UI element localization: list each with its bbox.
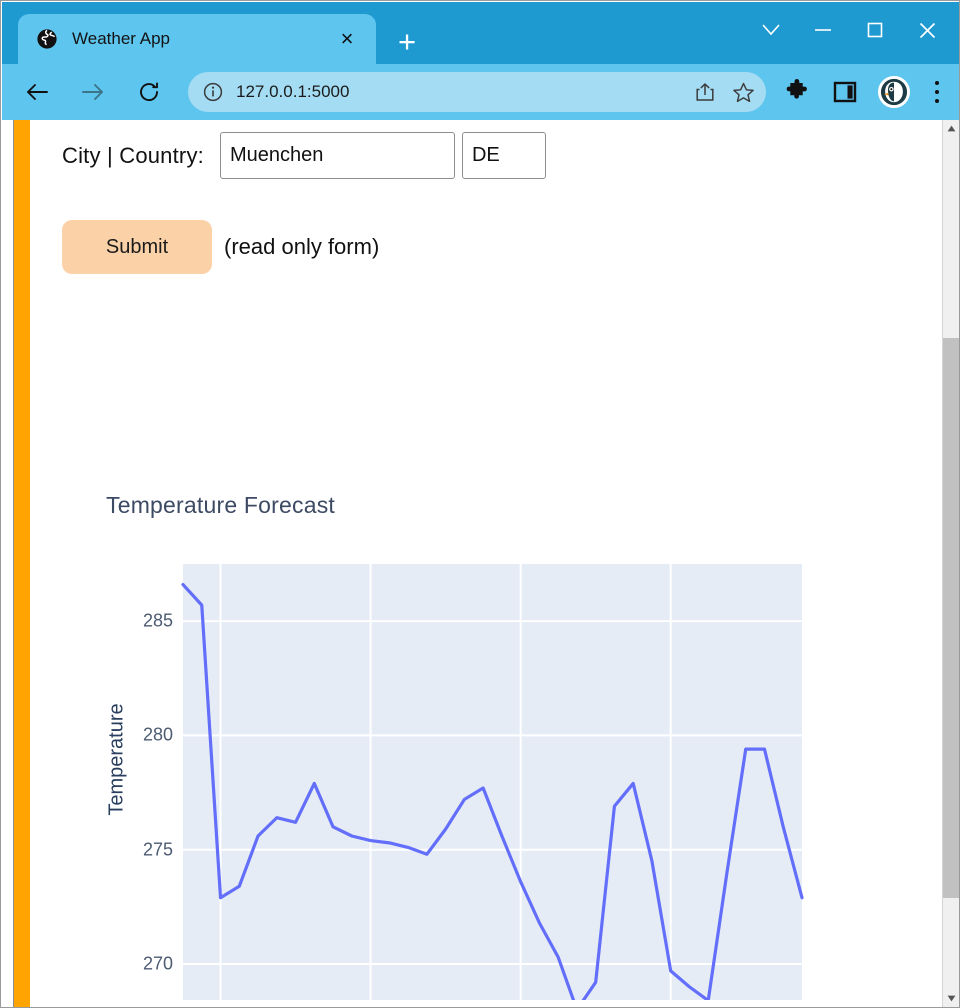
minimize-button[interactable] xyxy=(797,8,849,52)
plot-svg xyxy=(181,564,804,1007)
submit-row: Submit (read only form) xyxy=(62,220,379,274)
tab-search-button[interactable] xyxy=(745,8,797,52)
forward-button[interactable] xyxy=(72,71,114,113)
side-panel-icon[interactable] xyxy=(828,75,862,109)
scroll-down-arrow-icon[interactable] xyxy=(943,990,959,1007)
page-viewport: City | Country: Submit (read only form) … xyxy=(2,120,959,1007)
plot-area: Temperature Time 270275280285Feb 172017F… xyxy=(30,350,890,1007)
browser-window: Weather App × + 127.0.0.1:5000 City | Co… xyxy=(0,0,960,1008)
tab-title: Weather App xyxy=(72,29,170,48)
y-tick-label: 275 xyxy=(142,839,173,860)
back-button[interactable] xyxy=(16,71,58,113)
avatar[interactable] xyxy=(878,76,910,108)
window-controls xyxy=(745,8,953,52)
scrollbar-thumb[interactable] xyxy=(943,338,959,898)
new-tab-button[interactable]: + xyxy=(390,26,424,57)
y-tick-label: 285 xyxy=(142,610,173,631)
country-input[interactable] xyxy=(461,132,546,179)
page-content: City | Country: Submit (read only form) … xyxy=(30,120,942,1007)
navigation-toolbar: 127.0.0.1:5000 xyxy=(2,64,959,120)
maximize-button[interactable] xyxy=(849,8,901,52)
kebab-menu-icon[interactable] xyxy=(922,75,952,109)
y-axis-label: Temperature xyxy=(105,703,128,816)
puzzle-icon[interactable] xyxy=(780,75,814,109)
globe-icon xyxy=(36,28,58,50)
read-only-note: (read only form) xyxy=(224,234,380,259)
close-window-button[interactable] xyxy=(901,8,953,52)
vertical-scrollbar[interactable] xyxy=(942,120,959,1007)
y-tick-label: 280 xyxy=(142,724,173,745)
reload-button[interactable] xyxy=(128,71,170,113)
close-icon[interactable]: × xyxy=(336,28,358,50)
temperature-forecast-chart: Temperature Forecast Temperature Time 27… xyxy=(30,350,890,1007)
star-icon[interactable] xyxy=(728,77,758,107)
tab-weather-app[interactable]: Weather App × xyxy=(18,14,376,64)
info-circle-icon[interactable] xyxy=(202,81,224,103)
city-input[interactable] xyxy=(219,132,455,179)
scroll-up-arrow-icon[interactable] xyxy=(943,120,959,137)
city-country-form: City | Country: xyxy=(62,132,546,179)
share-icon[interactable] xyxy=(690,77,720,107)
accent-stripe xyxy=(13,120,30,1007)
submit-button[interactable]: Submit xyxy=(62,220,212,274)
url-text[interactable]: 127.0.0.1:5000 xyxy=(236,82,690,102)
plot-background xyxy=(183,564,802,1007)
address-bar[interactable]: 127.0.0.1:5000 xyxy=(188,72,766,112)
city-country-label: City | Country: xyxy=(62,142,204,168)
tab-strip: Weather App × + xyxy=(2,2,959,64)
y-tick-label: 270 xyxy=(142,953,173,974)
